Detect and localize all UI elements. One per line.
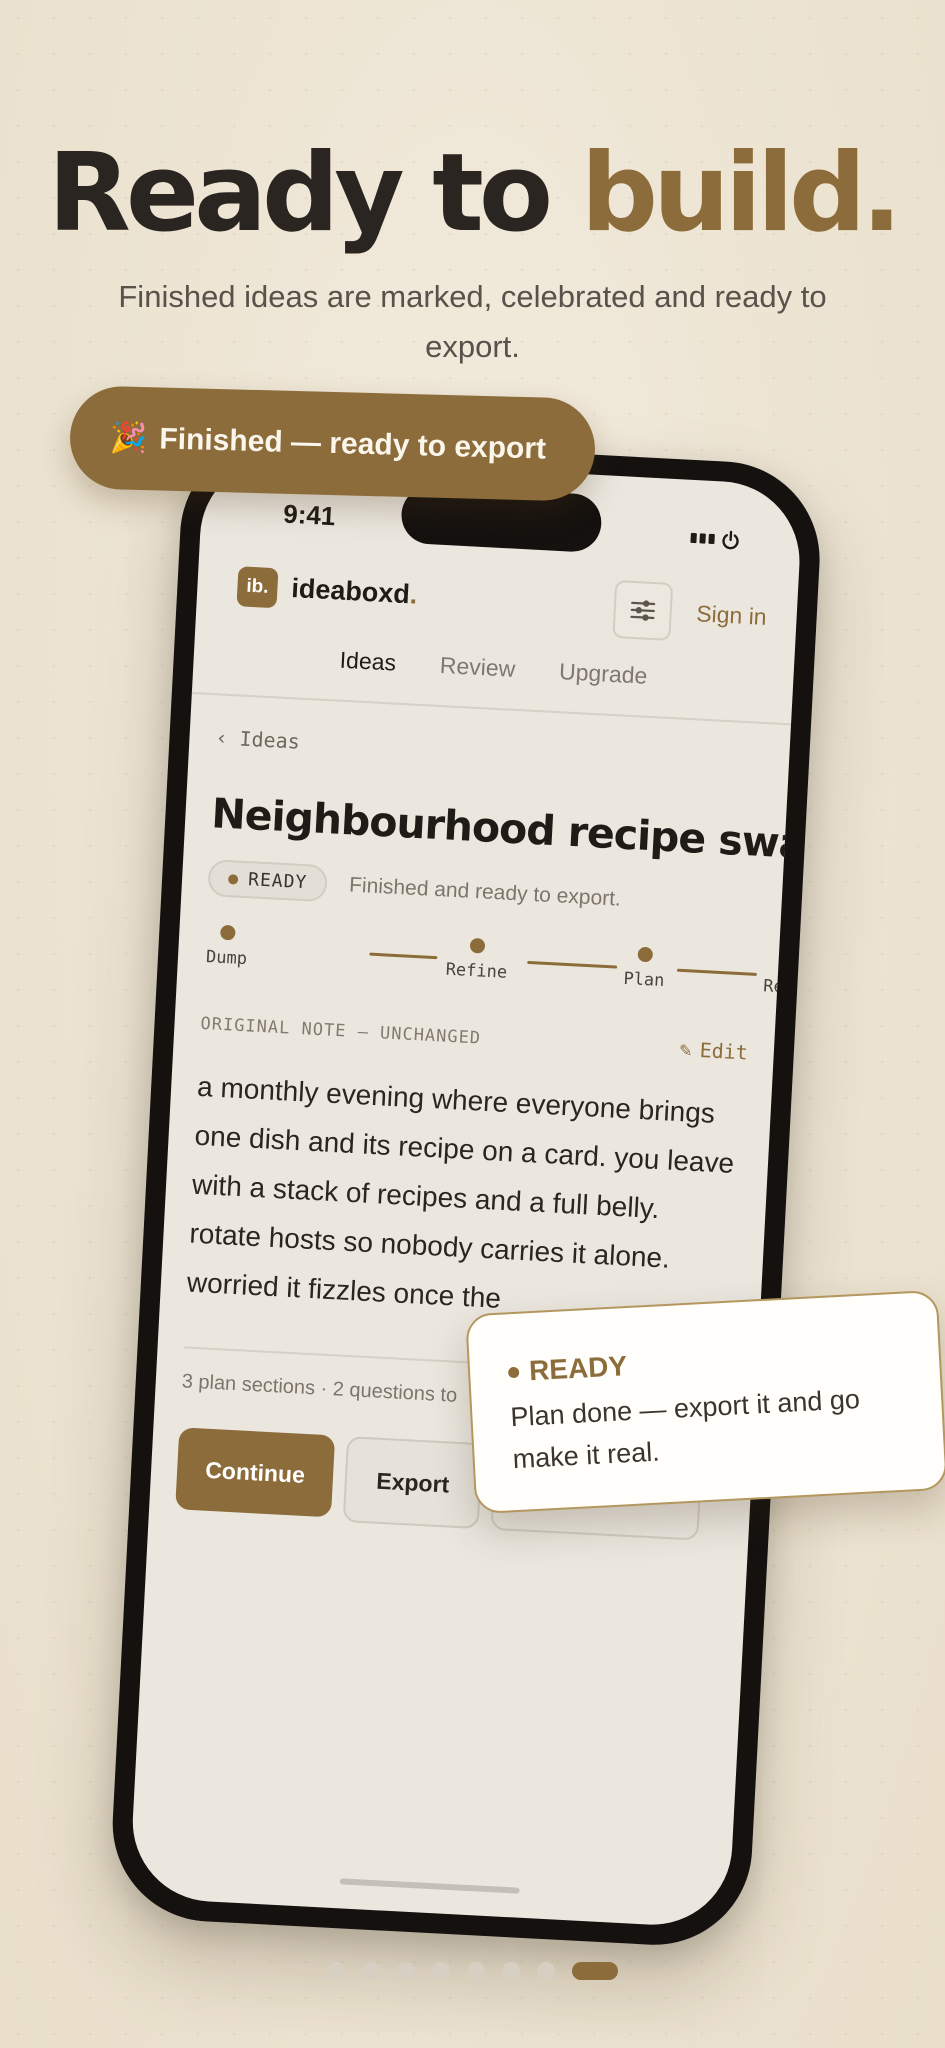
idea-title: Neighbourhood recipe swap bbox=[210, 789, 804, 870]
step-label: Plan bbox=[622, 968, 665, 992]
back-to-ideas-link[interactable]: ‹ Ideas bbox=[215, 725, 764, 778]
app-logo[interactable]: ib. bbox=[236, 566, 279, 609]
step-dump: Dump bbox=[206, 918, 249, 969]
status-dot bbox=[227, 873, 239, 885]
page-dot[interactable] bbox=[327, 1962, 345, 1980]
status-bar-icons bbox=[690, 528, 741, 551]
page-dot[interactable] bbox=[467, 1962, 485, 1980]
hero-title: Ready to build. bbox=[0, 134, 945, 254]
party-popper-icon: 🎉 bbox=[109, 421, 148, 456]
sliders-icon bbox=[630, 600, 656, 621]
phone-screen: 9:41 ib. ideaboxd. Sign in Ideas Review … bbox=[128, 454, 804, 1929]
stepper-connector bbox=[369, 952, 438, 960]
callout-dot bbox=[507, 1366, 520, 1378]
finished-banner-label: Finished — ready to export bbox=[158, 421, 547, 466]
original-note: a monthly evening where everyone brings … bbox=[186, 1062, 746, 1335]
status-badge: READY bbox=[207, 859, 329, 903]
phone-frame: 9:41 ib. ideaboxd. Sign in Ideas Review … bbox=[107, 433, 825, 1950]
step-label: Refine bbox=[445, 959, 508, 983]
status-description: Finished and ready to export. bbox=[348, 872, 622, 911]
edit-label: Edit bbox=[699, 1038, 749, 1065]
page-dot[interactable] bbox=[502, 1962, 520, 1980]
page-dot-active[interactable] bbox=[572, 1962, 618, 1980]
callout-description: Plan done — export it and go make it rea… bbox=[509, 1383, 861, 1475]
tab-ideas[interactable]: Ideas bbox=[339, 647, 397, 677]
tab-review[interactable]: Review bbox=[439, 652, 516, 683]
export-button[interactable]: Export bbox=[342, 1436, 483, 1530]
page-indicator bbox=[0, 1962, 945, 1980]
hero-subtitle: Finished ideas are marked, celebrated an… bbox=[118, 279, 827, 364]
app-header: ib. ideaboxd. Sign in bbox=[235, 556, 768, 654]
filter-settings-button[interactable] bbox=[612, 579, 674, 641]
step-plan: Plan bbox=[623, 940, 666, 991]
tab-upgrade[interactable]: Upgrade bbox=[558, 658, 648, 690]
page-dot[interactable] bbox=[397, 1962, 415, 1980]
ready-callout-card: READY Plan done — export it and go make … bbox=[465, 1289, 945, 1515]
signal-icon bbox=[690, 532, 715, 545]
page-dot[interactable] bbox=[537, 1962, 555, 1980]
edit-note-button[interactable]: ✎ Edit bbox=[679, 1037, 748, 1065]
home-indicator bbox=[339, 1878, 520, 1894]
brand-dot: . bbox=[409, 579, 419, 610]
step-refine: Refine bbox=[445, 931, 509, 983]
step-node bbox=[219, 924, 236, 941]
continue-button[interactable]: Continue bbox=[175, 1427, 336, 1518]
finished-banner: 🎉 Finished — ready to export bbox=[68, 385, 597, 502]
step-node bbox=[637, 946, 654, 963]
step-label: Dump bbox=[205, 947, 248, 970]
note-section-label: ORIGINAL NOTE — UNCHANGED bbox=[200, 1013, 482, 1049]
brand-name: ideaboxd. bbox=[291, 573, 418, 611]
callout-label-text: READY bbox=[528, 1350, 628, 1387]
stepper-connector bbox=[527, 960, 618, 969]
status-badge-label: READY bbox=[247, 869, 308, 894]
sign-in-link[interactable]: Sign in bbox=[696, 600, 768, 631]
stepper-connector bbox=[676, 968, 757, 976]
power-icon bbox=[722, 530, 739, 550]
hero-title-main: Ready to bbox=[47, 131, 581, 256]
page-dot[interactable] bbox=[362, 1962, 380, 1980]
hero-title-accent: build. bbox=[580, 131, 903, 256]
status-bar-time: 9:41 bbox=[282, 498, 337, 532]
progress-stepper: Dump Refine Plan Ready bbox=[202, 918, 804, 1027]
step-node bbox=[782, 954, 799, 971]
step-node bbox=[469, 937, 486, 954]
page-dot[interactable] bbox=[432, 1962, 450, 1980]
pencil-icon: ✎ bbox=[679, 1036, 693, 1062]
brand-name-text: ideaboxd bbox=[290, 573, 411, 610]
phone-mockup: 9:41 ib. ideaboxd. Sign in Ideas Review … bbox=[107, 433, 825, 1950]
status-row: READY Finished and ready to export. bbox=[207, 859, 756, 925]
